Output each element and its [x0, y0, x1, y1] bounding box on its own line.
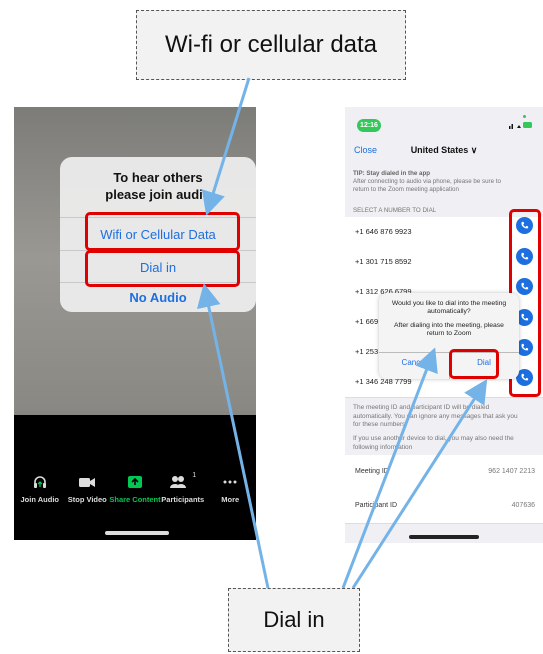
meeting-toolbar: Join Audio Stop Video Share Content 1 Pa… [14, 472, 256, 522]
section-header: SELECT A NUMBER TO DIAL [353, 207, 437, 214]
participant-id-value: 407636 [511, 502, 535, 509]
cancel-button[interactable]: Cancel [379, 358, 449, 367]
home-indicator [105, 531, 169, 535]
note-line: for these numbers. [353, 421, 408, 428]
note-line: automatically. You can ignore any messag… [353, 412, 518, 420]
more-label: More [221, 495, 240, 504]
country-selector[interactable]: United States ∨ [345, 145, 543, 156]
participants-count: 1 [192, 472, 197, 479]
dial-number: +1 669 [355, 317, 379, 326]
no-audio-option[interactable]: No Audio [60, 290, 256, 305]
home-indicator [409, 535, 479, 539]
tip-line1: After connecting to audio via phone, ple… [353, 178, 501, 185]
highlight-dial-button [449, 349, 499, 379]
callout-wifi-cellular: Wi-fi or cellular data [136, 10, 406, 80]
highlight-dial-option [85, 250, 240, 287]
dialog-title-line1: To hear others [113, 170, 203, 185]
more-button[interactable]: More [207, 472, 255, 522]
signal-wifi-battery-icon [509, 122, 532, 129]
tip-title: TIP: Stay dialed in the app [353, 170, 431, 177]
navigation-bar: Close United States ∨ [345, 141, 543, 161]
meeting-id-row: Meeting ID 962 1407 2213 [345, 455, 543, 490]
dialog-message: return to Zoom [426, 330, 472, 337]
dial-number: +1 301 715 8592 [355, 257, 412, 266]
right-phone-screenshot: 12:16 Close United States ∨ TIP: Stay di… [345, 107, 543, 543]
participant-id-row: Participant ID 407636 [345, 489, 543, 524]
share-content-button[interactable]: Share Content [109, 472, 161, 522]
meeting-id-label: Meeting ID [355, 468, 389, 475]
stop-video-button[interactable]: Stop Video [64, 472, 112, 522]
dial-number: +1 253 [355, 347, 379, 356]
auto-dial-note: The meeting ID and participant ID will b… [353, 404, 535, 430]
participants-icon: 1 [169, 472, 196, 492]
other-device-note: If you use another device to dial, you m… [353, 435, 535, 452]
headphones-icon [32, 472, 48, 492]
participant-id-label: Participant ID [355, 502, 398, 509]
dialog-message: automatically? [427, 308, 471, 315]
mic-indicator-dot [523, 115, 526, 118]
status-time: 12:16 [357, 119, 381, 132]
participants-button[interactable]: 1 Participants [159, 472, 207, 522]
dialog-title-line2: please join audio [105, 187, 211, 202]
dialog-title: To hear others please join audio [60, 169, 256, 203]
dial-number: +1 646 876 9923 [355, 227, 412, 236]
join-audio-label: Join Audio [20, 495, 59, 504]
highlight-wifi-option [85, 212, 240, 251]
participants-label: Participants [161, 495, 205, 504]
note-line: If you use another device to dial, you m… [353, 435, 514, 442]
note-line: following information [353, 443, 413, 451]
callout-dial-in: Dial in [228, 588, 360, 652]
left-phone-screenshot: To hear others please join audio Wifi or… [14, 107, 256, 540]
status-bar: 12:16 [345, 107, 543, 137]
more-dots-icon [222, 472, 238, 492]
share-screen-icon [127, 472, 143, 492]
meeting-id-value: 962 1407 2213 [488, 468, 535, 475]
stop-video-label: Stop Video [67, 495, 107, 504]
join-audio-button[interactable]: Join Audio [16, 472, 64, 522]
share-content-label: Share Content [109, 495, 161, 504]
note-line: The meeting ID and participant ID will b… [353, 404, 490, 411]
video-camera-icon [78, 472, 96, 492]
tip-line2: return to the Zoom meeting application [353, 186, 459, 193]
